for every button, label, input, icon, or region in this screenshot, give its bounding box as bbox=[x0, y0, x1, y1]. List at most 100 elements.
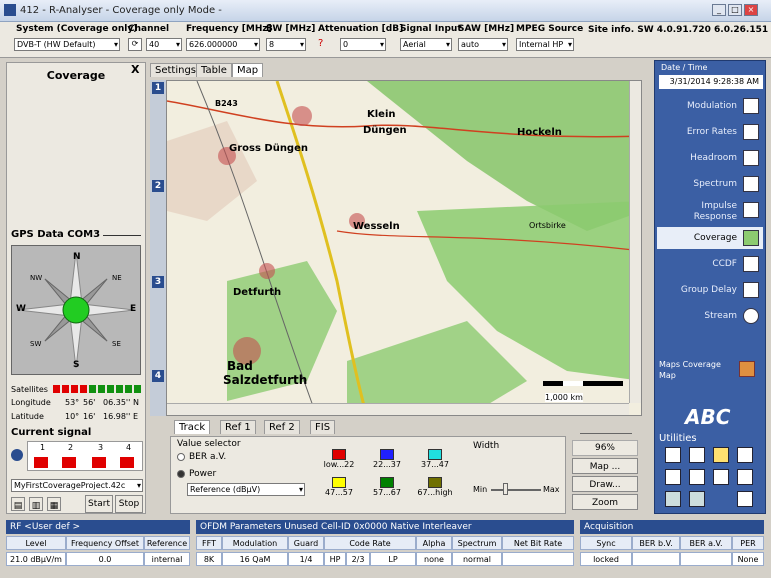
attenuation-select[interactable]: 0 bbox=[340, 38, 386, 51]
attenuation-icon[interactable]: ? bbox=[318, 38, 332, 51]
utility-icon-10[interactable] bbox=[689, 491, 705, 507]
legend-color-0 bbox=[332, 449, 346, 460]
open-project-button[interactable]: ▥ bbox=[29, 497, 43, 511]
maps-coverage-label[interactable]: Maps Coverage Map bbox=[659, 359, 731, 381]
stream-label: Stream bbox=[704, 311, 737, 321]
legend-swatch-0[interactable]: low...22 bbox=[319, 449, 359, 473]
legend-swatch-3[interactable]: 47...57 bbox=[319, 477, 359, 501]
sidebar-item-modulation[interactable]: Modulation bbox=[657, 95, 763, 117]
channel-icon[interactable]: ⟳ bbox=[128, 38, 142, 51]
close-button[interactable]: × bbox=[744, 4, 758, 16]
legend-label-5: 67...high bbox=[417, 488, 453, 497]
start-button[interactable]: Start bbox=[85, 495, 113, 513]
legend-swatch-2[interactable]: 37...47 bbox=[415, 449, 455, 473]
utility-icon-6[interactable] bbox=[689, 469, 705, 485]
utility-icon-9[interactable] bbox=[665, 491, 681, 507]
utility-icon-11[interactable] bbox=[737, 491, 753, 507]
tab-settings[interactable]: Settings bbox=[150, 63, 202, 77]
tab-map[interactable]: Map bbox=[232, 63, 264, 77]
radio-power[interactable] bbox=[177, 470, 185, 478]
date-label: Date / Time bbox=[661, 63, 708, 72]
compass-e: E bbox=[130, 304, 137, 314]
rf-col-reference: Reference bbox=[144, 536, 190, 550]
signal-col-1: 1 bbox=[40, 443, 46, 452]
signal-cell-2 bbox=[62, 457, 76, 468]
signal-cell-3 bbox=[92, 457, 106, 468]
width-slider-thumb[interactable] bbox=[503, 483, 508, 495]
tab-ref1[interactable]: Ref 1 bbox=[220, 420, 256, 434]
mpeg-select[interactable]: Internal HP bbox=[516, 38, 574, 51]
legend-swatch-4[interactable]: 57...67 bbox=[367, 477, 407, 501]
bw-select[interactable]: 8 bbox=[266, 38, 306, 51]
utility-icon-7[interactable] bbox=[713, 469, 729, 485]
legend-swatch-1[interactable]: 22...37 bbox=[367, 449, 407, 473]
signal-col-3: 3 bbox=[98, 443, 104, 452]
latitude-label: Latitude bbox=[11, 412, 44, 421]
draw-button[interactable]: Draw... bbox=[572, 476, 638, 492]
utility-icon-1[interactable] bbox=[665, 447, 681, 463]
sidebar-item-headroom[interactable]: Headroom bbox=[657, 147, 763, 169]
acq-col-ber-av: BER a.V. bbox=[680, 536, 732, 550]
frequency-input[interactable]: 626.000000 bbox=[186, 38, 260, 51]
sidebar-item-ccdf[interactable]: CCDF bbox=[657, 253, 763, 275]
sidebar-item-spectrum[interactable]: Spectrum bbox=[657, 173, 763, 195]
utility-icon-5[interactable] bbox=[665, 469, 681, 485]
map-view[interactable]: Klein Düngen Gross Düngen Hockeln Wessel… bbox=[166, 80, 642, 416]
legend-label-4: 57...67 bbox=[373, 488, 401, 497]
width-slider[interactable] bbox=[491, 489, 541, 491]
signal-toggle-icon[interactable] bbox=[11, 449, 23, 461]
impulse-response-label: Impulse Response bbox=[693, 201, 737, 222]
sidebar-item-coverage[interactable]: Coverage bbox=[657, 227, 763, 249]
system-select[interactable]: DVB-T (HW Default) bbox=[14, 38, 120, 51]
save-project-button[interactable]: ▦ bbox=[47, 497, 61, 511]
compass: N NE E SE S SW W NW bbox=[11, 245, 141, 375]
power-select[interactable]: Reference (dBµV) bbox=[187, 483, 305, 496]
ofdm-header[interactable]: OFDM Parameters Unused Cell-ID 0x0000 Na… bbox=[196, 520, 574, 534]
new-project-button[interactable]: ▤ bbox=[11, 497, 25, 511]
mpeg-label: MPEG Source bbox=[516, 24, 584, 34]
step-3-icon[interactable]: 3 bbox=[152, 276, 164, 288]
sidebar-item-stream[interactable]: Stream bbox=[657, 305, 763, 327]
utility-icon-4[interactable] bbox=[737, 447, 753, 463]
signal-input-select[interactable]: Aerial bbox=[400, 38, 452, 51]
compass-n: N bbox=[73, 252, 81, 262]
minimize-button[interactable]: _ bbox=[712, 4, 726, 16]
status-area: RF <User def > Level Frequency Offset Re… bbox=[0, 518, 771, 578]
sidebar-item-impulse-response[interactable]: Impulse Response bbox=[657, 199, 763, 225]
saw-select[interactable]: auto bbox=[458, 38, 508, 51]
tab-ref2[interactable]: Ref 2 bbox=[264, 420, 300, 434]
sidebar-item-group-delay[interactable]: Group Delay bbox=[657, 279, 763, 301]
legend-swatch-5[interactable]: 67...high bbox=[415, 477, 455, 501]
acquisition-header[interactable]: Acquisition bbox=[580, 520, 764, 534]
zoom-slider[interactable] bbox=[580, 424, 632, 434]
utility-icon-3[interactable] bbox=[713, 447, 729, 463]
utility-icon-8[interactable] bbox=[737, 469, 753, 485]
ofdm-col-alpha: Alpha bbox=[416, 536, 452, 550]
maximize-button[interactable]: □ bbox=[728, 4, 742, 16]
close-panel-button[interactable]: X bbox=[131, 63, 139, 76]
stop-button[interactable]: Stop bbox=[115, 495, 143, 513]
maps-coverage-icon[interactable] bbox=[739, 361, 755, 377]
project-file-input[interactable]: MyFirstCoverageProject.42c bbox=[11, 479, 143, 492]
map-hscrollbar[interactable] bbox=[167, 403, 629, 415]
radio-ber[interactable] bbox=[177, 453, 185, 461]
utility-icon-2[interactable] bbox=[689, 447, 705, 463]
place-klein: Klein bbox=[367, 109, 396, 120]
abc-logo: ABC bbox=[685, 405, 731, 429]
step-1-icon[interactable]: 1 bbox=[152, 82, 164, 94]
group-delay-label: Group Delay bbox=[680, 285, 737, 295]
map-vscrollbar[interactable] bbox=[629, 81, 641, 403]
map-button[interactable]: Map ... bbox=[572, 458, 638, 474]
ofdm-col-code-rate: Code Rate bbox=[324, 536, 416, 550]
rf-header[interactable]: RF <User def > bbox=[6, 520, 190, 534]
tab-fis[interactable]: FIS bbox=[310, 420, 336, 434]
step-4-icon[interactable]: 4 bbox=[152, 370, 164, 382]
channel-select[interactable]: 40 bbox=[146, 38, 182, 51]
tab-table[interactable]: Table bbox=[196, 63, 232, 77]
step-2-icon[interactable]: 2 bbox=[152, 180, 164, 192]
acq-col-sync: Sync bbox=[580, 536, 632, 550]
zoom-button[interactable]: Zoom bbox=[572, 494, 638, 510]
sidebar-item-error-rates[interactable]: Error Rates bbox=[657, 121, 763, 143]
compass-se: SE bbox=[112, 340, 121, 348]
tab-track[interactable]: Track bbox=[174, 420, 211, 434]
